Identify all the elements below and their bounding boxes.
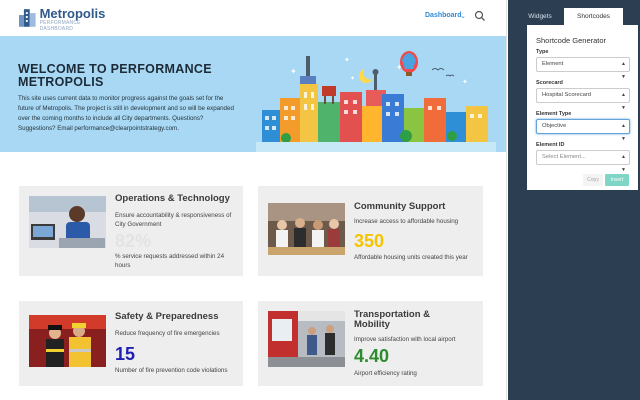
card-transportation-mobility[interactable]: Transportation & Mobility Improve satisf… xyxy=(258,301,483,386)
city-skyline-illustration: ✦ ✦ ✦ ✦ ✦ xyxy=(256,51,496,152)
copy-button[interactable]: Copy xyxy=(583,174,603,186)
card-title: Transportation & Mobility xyxy=(354,309,431,330)
element-type-label: Element Type xyxy=(536,111,572,117)
chevron-down-icon: ▲ ▼ xyxy=(621,123,626,142)
element-id-select[interactable]: Select Element... ▲ ▼ xyxy=(536,150,630,173)
element-id-label: Element ID xyxy=(536,142,565,148)
scorecard-select-value: Hospital Scorecard xyxy=(542,92,591,98)
card-community-support[interactable]: Community Support Increase access to aff… xyxy=(258,186,483,276)
svg-text:✦: ✦ xyxy=(344,56,350,64)
card-metric-label: Affordable housing units created this ye… xyxy=(354,254,468,261)
chevron-down-icon[interactable]: ⌄ xyxy=(460,12,466,20)
panel-title: Shortcode Generator xyxy=(536,36,607,45)
nav-dashboard-link[interactable]: Dashboard xyxy=(425,12,462,19)
card-description: Increase access to affordable housing xyxy=(354,218,459,225)
card-title: Community Support xyxy=(354,201,446,212)
card-image-safety xyxy=(29,315,106,367)
card-title: Safety & Preparedness xyxy=(115,311,219,322)
card-description: Improve satisfaction with local airport xyxy=(354,336,456,343)
card-title: Operations & Technology xyxy=(115,193,230,204)
element-type-select[interactable]: Objective ▲ ▼ xyxy=(536,119,630,142)
tab-widgets[interactable]: Widgets xyxy=(516,8,564,25)
city-logo-icon xyxy=(19,9,36,27)
card-metric-value: 15 xyxy=(115,344,136,364)
card-image-operations xyxy=(29,196,106,248)
shortcode-generator-panel: Shortcode Generator Type Element ▲ ▼ Scor… xyxy=(527,25,638,190)
site-logo[interactable]: Metropolis PERFORMANCE DASHBOARD xyxy=(19,6,114,32)
logo-title: Metropolis xyxy=(39,6,106,21)
card-image-transportation xyxy=(268,311,345,367)
scorecard-select[interactable]: Hospital Scorecard ▲ ▼ xyxy=(536,88,630,111)
svg-text:✦: ✦ xyxy=(350,75,355,82)
svg-text:✦: ✦ xyxy=(462,78,468,86)
card-description: Reduce frequency of fire emergencies xyxy=(115,330,220,337)
card-metric-label: % service requests addressed within 24 h… xyxy=(115,253,225,269)
card-metric-label: Number of fire prevention code violation… xyxy=(115,367,228,374)
card-operations-technology[interactable]: Operations & Technology Ensure accountab… xyxy=(19,186,243,276)
card-metric-label: Airport efficiency rating xyxy=(354,370,417,377)
chevron-down-icon: ▲ ▼ xyxy=(621,61,626,80)
card-metric-value: 350 xyxy=(354,231,385,251)
type-select-value: Element xyxy=(542,61,564,67)
element-id-placeholder: Select Element... xyxy=(542,154,586,160)
card-metric-value: 4.40 xyxy=(354,346,390,366)
type-label: Type xyxy=(536,49,549,55)
insert-button[interactable]: Insert xyxy=(605,174,629,186)
dashboard-page: Metropolis PERFORMANCE DASHBOARD Dashboa… xyxy=(0,0,507,400)
card-image-community xyxy=(268,203,345,255)
hero-title: WELCOME TO PERFORMANCE METROPOLIS xyxy=(18,62,212,89)
svg-text:✦: ✦ xyxy=(290,67,297,76)
card-metric-value: 82% xyxy=(115,231,152,251)
hero-description: This site uses current data to monitor p… xyxy=(18,95,234,132)
type-select[interactable]: Element ▲ ▼ xyxy=(536,57,630,80)
tab-shortcodes[interactable]: Shortcodes xyxy=(564,8,623,25)
scorecard-label: Scorecard xyxy=(536,80,563,86)
chevron-down-icon: ▲ ▼ xyxy=(621,92,626,111)
search-icon[interactable] xyxy=(474,10,486,22)
site-header: Metropolis PERFORMANCE DASHBOARD Dashboa… xyxy=(0,0,506,36)
card-safety-preparedness[interactable]: Safety & Preparedness Reduce frequency o… xyxy=(19,301,243,386)
element-type-select-value: Objective xyxy=(542,123,567,129)
welcome-hero: WELCOME TO PERFORMANCE METROPOLIS This s… xyxy=(0,36,506,152)
editor-sidebar: Widgets Shortcodes Shortcode Generator T… xyxy=(508,0,640,400)
card-description: Ensure accountability & responsiveness o… xyxy=(115,212,232,228)
logo-subtitle: PERFORMANCE DASHBOARD xyxy=(39,20,81,32)
